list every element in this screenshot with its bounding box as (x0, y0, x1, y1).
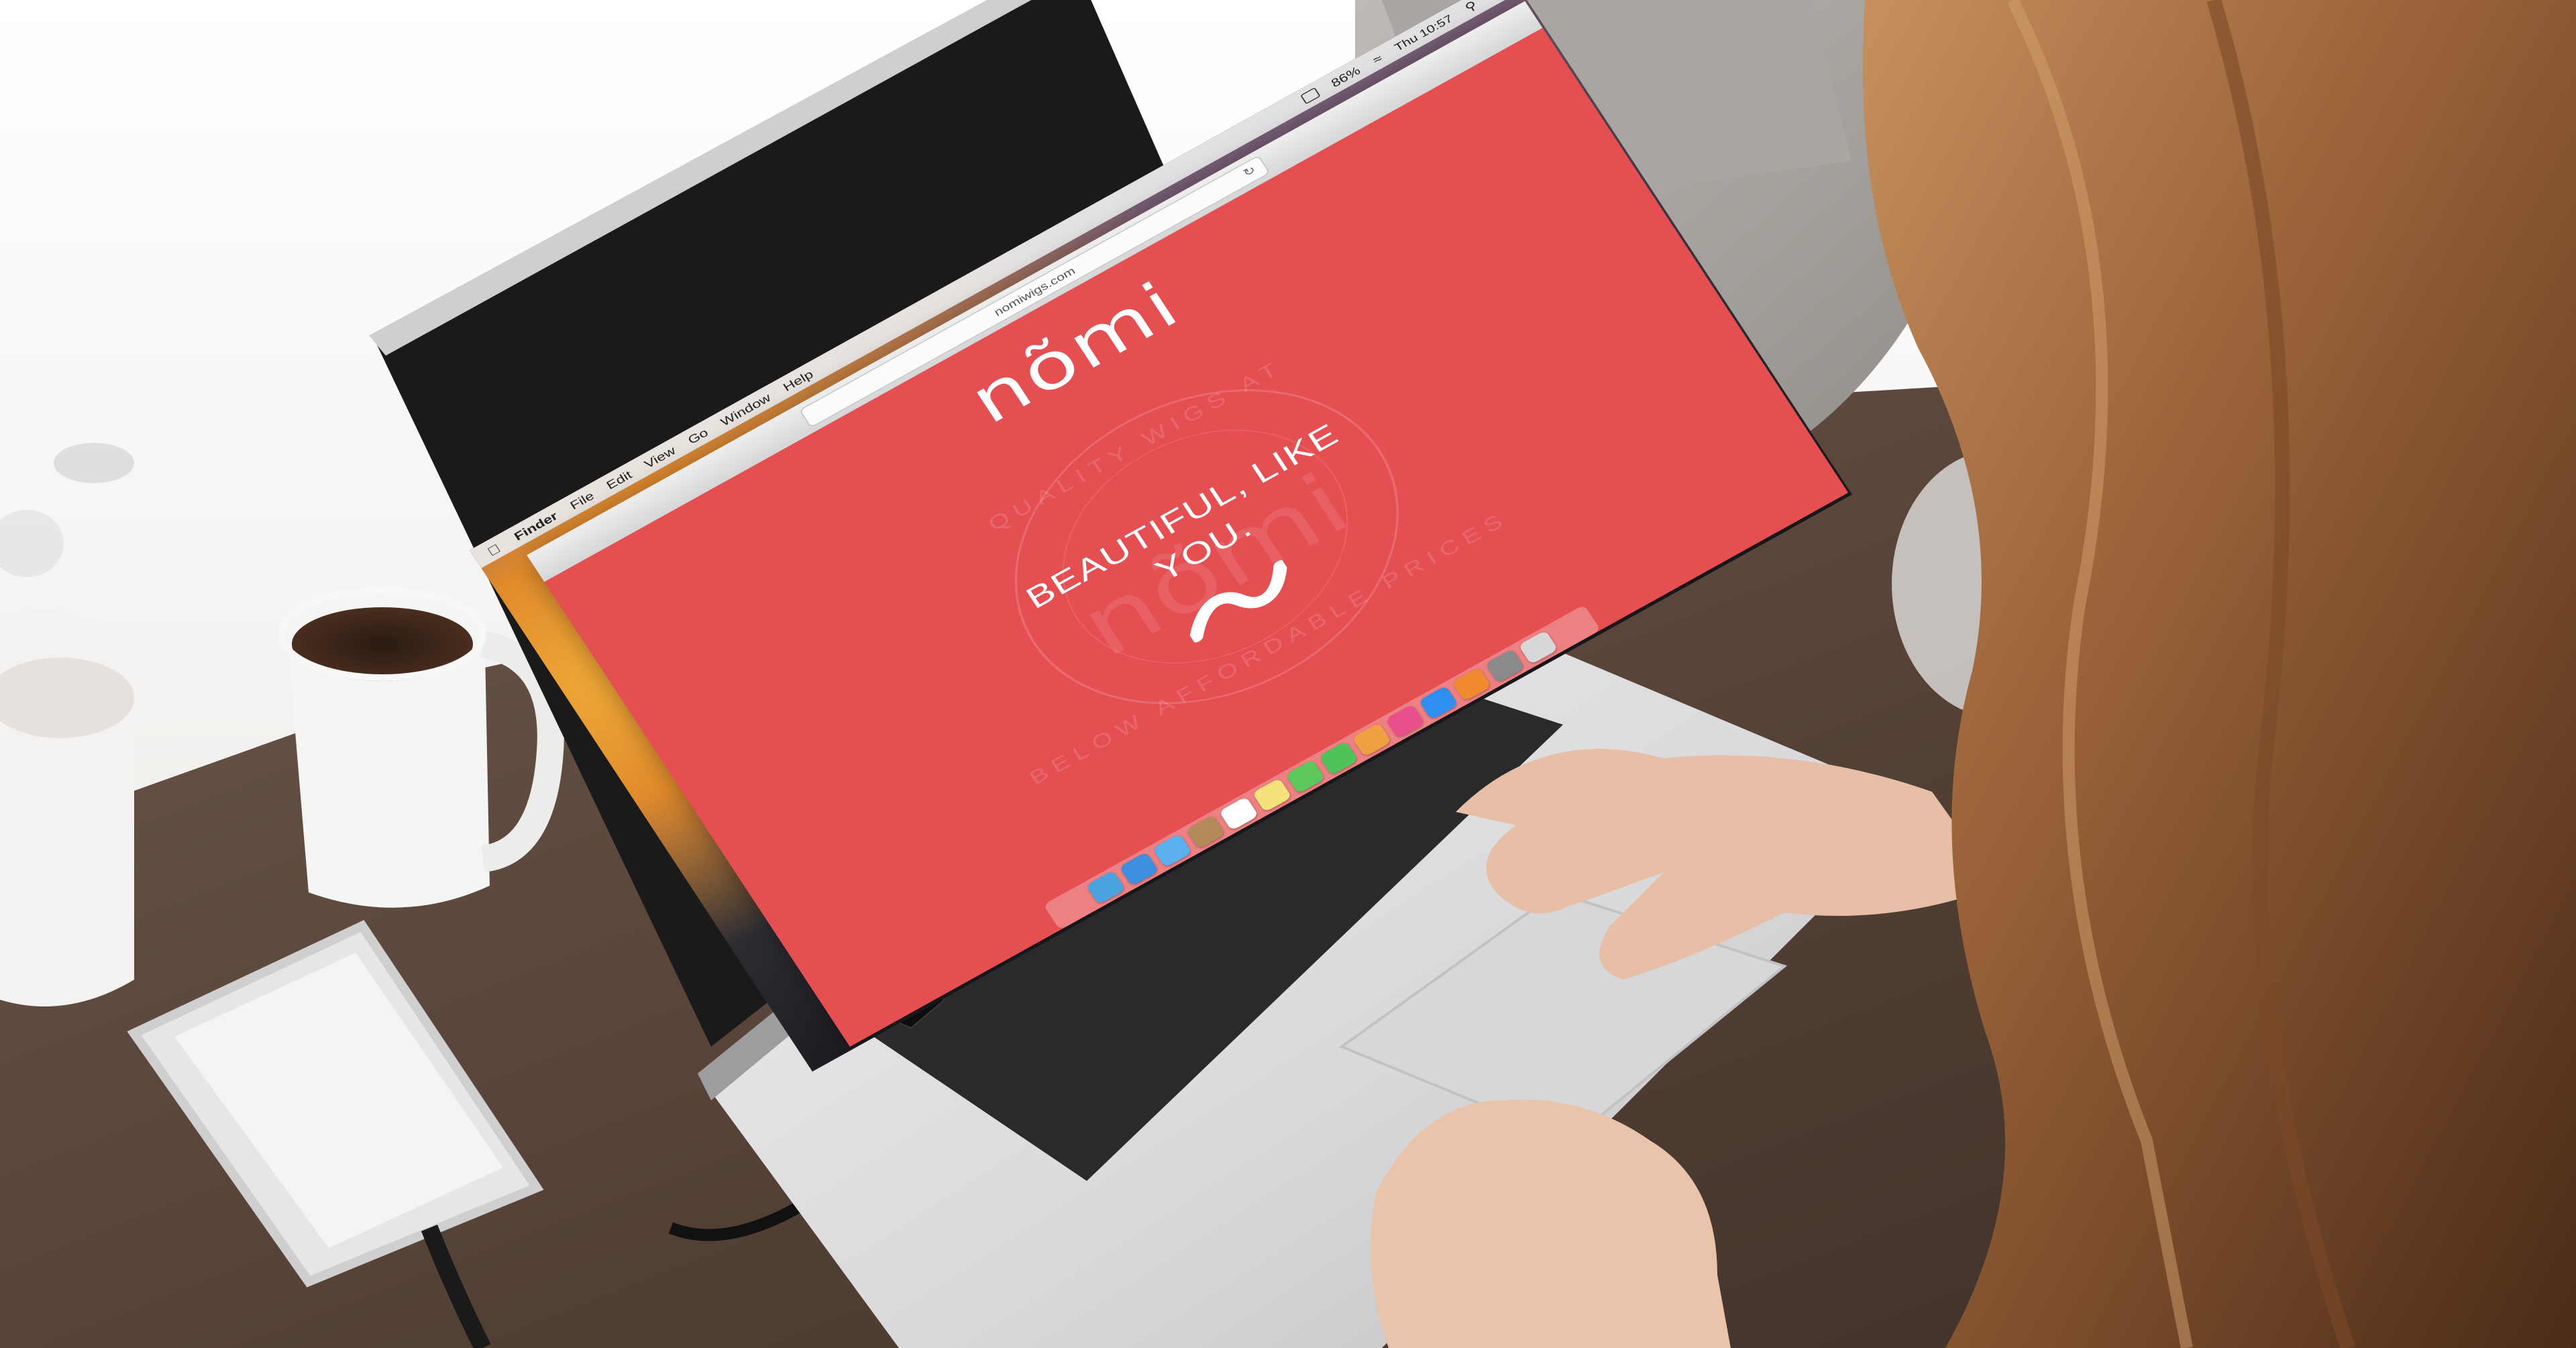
reload-icon[interactable]: ↻ (1240, 163, 1258, 179)
second-cup (0, 609, 134, 1006)
battery-icon[interactable] (1299, 87, 1321, 105)
apple-menu-icon[interactable]:  (484, 540, 504, 559)
wifi-icon[interactable]: ≈ (1370, 51, 1385, 66)
spotlight-icon[interactable]: ⚲ (1462, 0, 1480, 15)
blurred-jar (54, 443, 134, 483)
